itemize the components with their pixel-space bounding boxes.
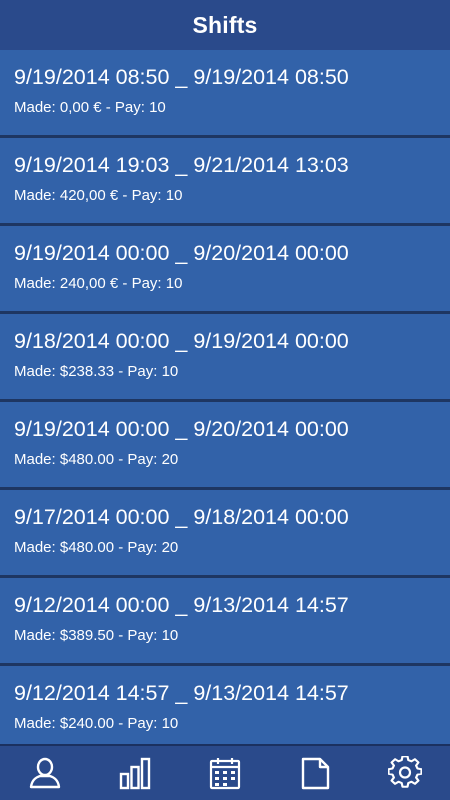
shift-earnings: Made: $240.00 - Pay: 10 bbox=[14, 715, 179, 732]
shift-date-range: 9/19/2014 08:50 _ 9/19/2014 08:50 bbox=[14, 65, 349, 89]
shift-date-range: 9/17/2014 00:00 _ 9/18/2014 00:00 bbox=[14, 505, 349, 529]
shift-earnings: Made: $238.33 - Pay: 10 bbox=[14, 363, 179, 380]
shift-earnings: Made: $389.50 - Pay: 10 bbox=[14, 627, 179, 644]
shift-row[interactable]: 9/18/2014 00:00 _ 9/19/2014 00:00 Made: … bbox=[0, 314, 450, 402]
bottom-tab-bar bbox=[0, 744, 450, 800]
document-icon bbox=[301, 757, 330, 790]
shift-row[interactable]: 9/19/2014 19:03 _ 9/21/2014 13:03 Made: … bbox=[0, 138, 450, 226]
shift-earnings: Made: 420,00 € - Pay: 10 bbox=[14, 187, 183, 204]
shift-date-range: 9/12/2014 14:57 _ 9/13/2014 14:57 bbox=[14, 681, 349, 705]
shift-date-range: 9/19/2014 00:00 _ 9/20/2014 00:00 bbox=[14, 241, 349, 265]
shift-row[interactable]: 9/12/2014 14:57 _ 9/13/2014 14:57 Made: … bbox=[0, 666, 450, 744]
page-title: Shifts bbox=[192, 11, 258, 38]
shift-date-range: 9/19/2014 00:00 _ 9/20/2014 00:00 bbox=[14, 417, 349, 441]
gear-icon bbox=[388, 756, 422, 788]
shift-row[interactable]: 9/19/2014 08:50 _ 9/19/2014 08:50 Made: … bbox=[0, 50, 450, 138]
tab-settings[interactable] bbox=[375, 746, 435, 800]
shift-date-range: 9/19/2014 19:03 _ 9/21/2014 13:03 bbox=[14, 153, 349, 177]
shift-earnings: Made: 240,00 € - Pay: 10 bbox=[14, 275, 183, 292]
app-screen: Shifts 9/19/2014 08:50 _ 9/19/2014 08:50… bbox=[0, 0, 450, 800]
shift-row[interactable]: 9/19/2014 00:00 _ 9/20/2014 00:00 Made: … bbox=[0, 226, 450, 314]
shift-earnings: Made: 0,00 € - Pay: 10 bbox=[14, 99, 166, 116]
bar-chart-icon bbox=[119, 757, 151, 790]
shift-date-range: 9/12/2014 00:00 _ 9/13/2014 14:57 bbox=[14, 593, 349, 617]
person-icon bbox=[29, 757, 61, 789]
tab-profile[interactable] bbox=[15, 746, 75, 800]
calendar-icon bbox=[209, 758, 241, 790]
tab-reports[interactable] bbox=[285, 746, 345, 800]
shift-list[interactable]: 9/19/2014 08:50 _ 9/19/2014 08:50 Made: … bbox=[0, 50, 450, 744]
shift-row[interactable]: 9/17/2014 00:00 _ 9/18/2014 00:00 Made: … bbox=[0, 490, 450, 578]
shift-earnings: Made: $480.00 - Pay: 20 bbox=[14, 451, 179, 468]
shift-date-range: 9/18/2014 00:00 _ 9/19/2014 00:00 bbox=[14, 329, 349, 353]
shift-row[interactable]: 9/12/2014 00:00 _ 9/13/2014 14:57 Made: … bbox=[0, 578, 450, 666]
tab-statistics[interactable] bbox=[105, 746, 165, 800]
header-bar: Shifts bbox=[0, 0, 450, 50]
shift-row[interactable]: 9/19/2014 00:00 _ 9/20/2014 00:00 Made: … bbox=[0, 402, 450, 490]
shift-earnings: Made: $480.00 - Pay: 20 bbox=[14, 539, 179, 556]
tab-calendar[interactable] bbox=[195, 746, 255, 800]
